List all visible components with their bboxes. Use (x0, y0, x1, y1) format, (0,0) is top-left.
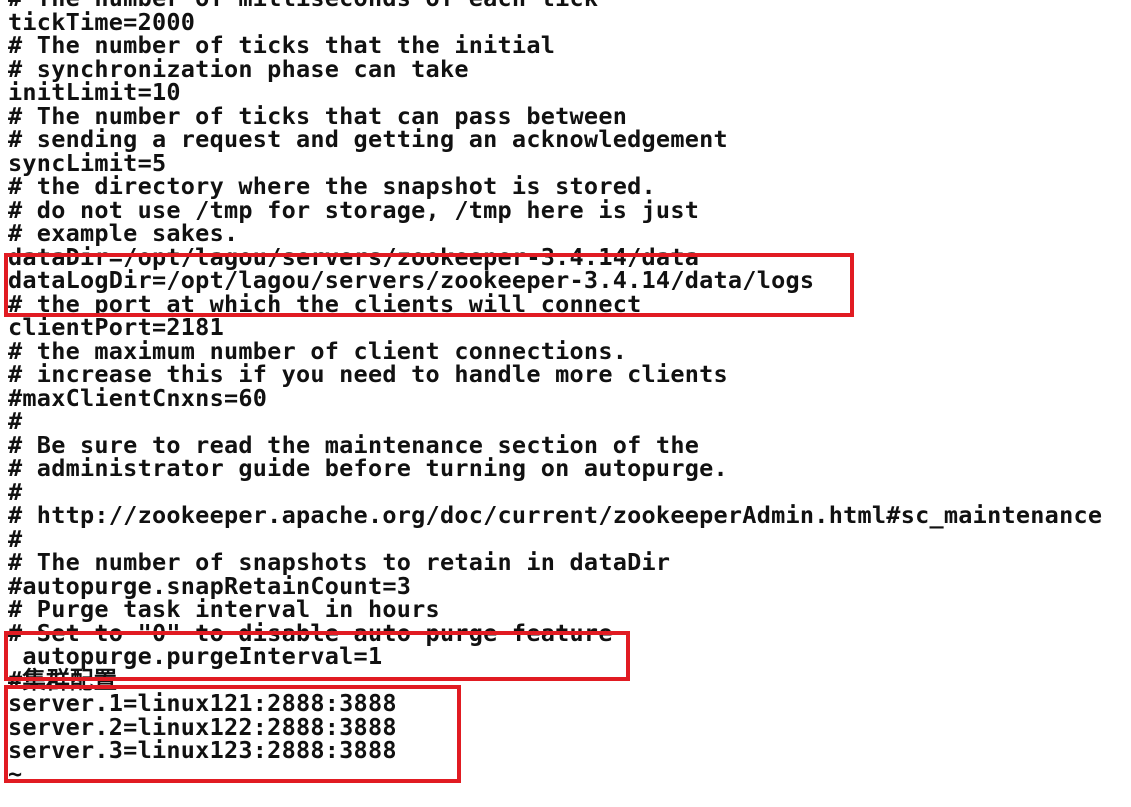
code-line-23: # http://zookeeper.apache.org/doc/curren… (8, 501, 1103, 529)
code-line-18: #maxClientCnxns=60 (8, 383, 268, 412)
code-line-17: # increase this if you need to handle mo… (8, 360, 728, 388)
code-line-5: initLimit=10 (8, 78, 181, 106)
config-editor[interactable]: # The number of milliseconds of each tic… (0, 0, 1131, 807)
code-line-15: clientPort=2181 (8, 313, 224, 341)
code-line-13: dataLogDir=/opt/lagou/servers/zookeeper-… (8, 266, 815, 294)
code-line-33: server.3=linux123:2888:3888 (8, 736, 397, 764)
code-line-19: # (8, 407, 23, 435)
code-line-31: server.1=linux121:2888:3888 (8, 689, 397, 717)
code-line-34: ~ (8, 759, 23, 788)
code-line-27: # Purge task interval in hours (8, 595, 440, 623)
code-line-21: # administrator guide before turning on … (8, 454, 728, 482)
code-line-3: # The number of ticks that the initial (8, 31, 556, 59)
code-line-9: # the directory where the snapshot is st… (8, 172, 656, 200)
code-line-7: # sending a request and getting an ackno… (8, 125, 728, 153)
code-line-11: # example sakes. (8, 219, 239, 247)
code-line-25: # The number of snapshots to retain in d… (8, 548, 671, 576)
code-line-29: autopurge.purgeInterval=1 (8, 642, 383, 670)
